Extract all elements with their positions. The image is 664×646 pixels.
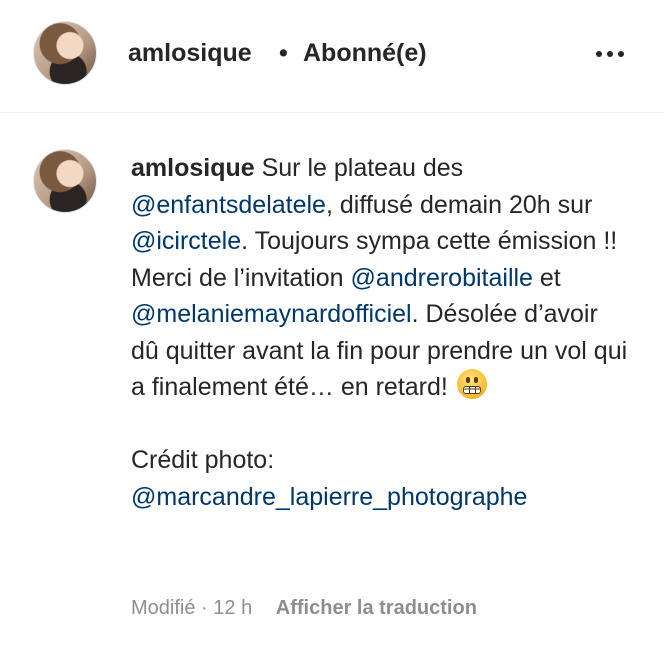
follow-status-button[interactable]: Abonné(e) [303,38,427,68]
avatar[interactable] [33,21,97,85]
caption-avatar[interactable] [33,149,97,213]
post-header: amlosique • Abonné(e) [0,0,664,113]
timestamp[interactable]: 12 h [213,597,252,619]
caption-text: Sur le plateau des [254,154,464,182]
mention-link[interactable]: @icirctele [131,227,241,255]
translate-button[interactable]: Afficher la traduction [276,597,477,619]
caption-text: , diffusé demain 20h sur [325,190,593,219]
post-meta: Modifié · 12 h Afficher la traduction [131,594,477,622]
mention-link[interactable]: @andrerobitaille [351,264,533,292]
meta-dot: · [201,597,208,619]
more-options-icon[interactable] [590,44,630,64]
caption-text: Crédit photo: [131,446,275,474]
edited-label: Modifié [131,597,196,619]
grimacing-face-icon [456,369,487,399]
post-caption: amlosique Sur le plateau des @enfantsdel… [131,150,631,515]
caption-username[interactable]: amlosique [131,154,255,182]
header-username[interactable]: amlosique [128,38,252,68]
caption-text: et [532,263,561,292]
mention-link[interactable]: @melaniemaynardofficiel [131,300,412,328]
separator-dot: • [279,39,288,67]
mention-link[interactable]: @marcandre_lapierre_photographe [131,483,527,511]
mention-link[interactable]: @enfantsdelatele [131,191,326,219]
